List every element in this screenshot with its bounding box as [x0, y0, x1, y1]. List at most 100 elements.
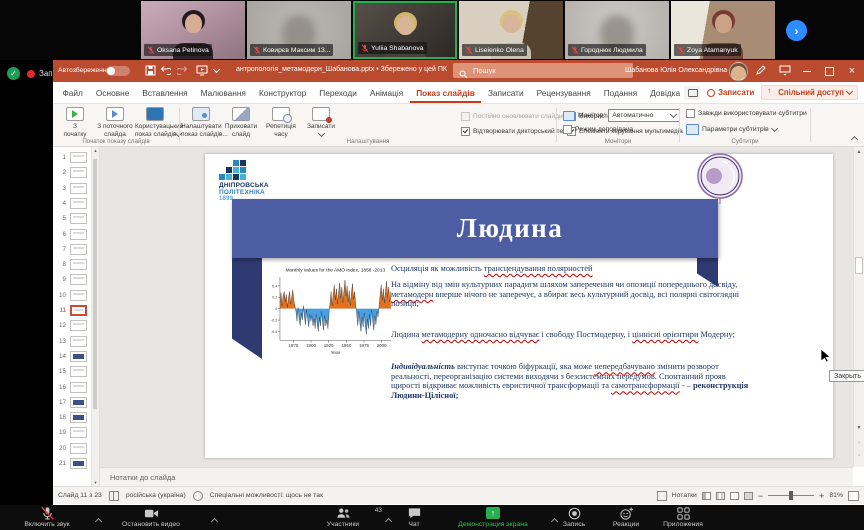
scrollbar-thumb[interactable]	[855, 257, 863, 274]
zoom-record-button[interactable]: Запись	[552, 506, 596, 529]
slide-thumbnail-18[interactable]: 18	[53, 410, 93, 425]
participant-tile-1[interactable]: Oksana Petinova	[141, 1, 245, 59]
user-avatar[interactable]	[729, 62, 748, 81]
notes-toggle-label[interactable]: Нотатки	[672, 492, 697, 499]
search-input[interactable]	[453, 63, 633, 78]
thumbnail-preview[interactable]	[70, 305, 87, 316]
setup-button-1[interactable]: Налаштуватипоказ слайдів...	[181, 106, 221, 139]
next-participants-button[interactable]: ›	[786, 20, 807, 41]
start-button-3[interactable]: Користувацькийпоказ слайдів	[135, 106, 175, 139]
ribbon-tab-8[interactable]: Показ слайдів	[410, 82, 482, 103]
slide-thumbnail-20[interactable]: 20	[53, 441, 93, 456]
start-button-1[interactable]: Зпочатку	[55, 106, 95, 139]
checkbox-icon[interactable]	[461, 127, 470, 136]
slide-thumbnail-4[interactable]: 4	[53, 196, 93, 211]
slide-thumbnail-14[interactable]: 14	[53, 349, 93, 364]
collapse-ribbon-icon[interactable]	[851, 136, 858, 143]
thumbnail-preview[interactable]	[70, 382, 87, 393]
thumbnail-preview[interactable]	[70, 290, 87, 301]
user-name[interactable]: Шабанова Юлія Олександрівна	[625, 67, 727, 74]
chevron-up-icon[interactable]	[212, 511, 217, 529]
normal-view-icon[interactable]	[702, 492, 711, 500]
previous-slide-icon[interactable]: ↑	[854, 440, 864, 446]
monitor-select[interactable]: Автоматично	[608, 109, 680, 122]
zoom-apps-button[interactable]: Приложения	[654, 506, 712, 529]
close-button[interactable]: ×	[842, 60, 862, 82]
participant-tile-3[interactable]: Yuliia Shabanova	[353, 1, 457, 59]
ribbon-tab-11[interactable]: Подання	[597, 82, 644, 103]
next-slide-icon[interactable]: ↓	[854, 452, 864, 458]
language-indicator[interactable]: російська (україна)	[126, 492, 186, 499]
scroll-up-icon[interactable]: ▲	[92, 148, 99, 153]
setup-button-2[interactable]: Приховатислайд	[221, 106, 261, 139]
restore-button[interactable]	[819, 60, 839, 82]
ribbon-tab-9[interactable]: Записати	[481, 82, 530, 103]
reading-view-icon[interactable]	[730, 492, 739, 500]
slide-thumbnail-9[interactable]: 9	[53, 272, 93, 287]
zoom-slider-knob[interactable]	[789, 491, 793, 500]
slide-thumbnail-15[interactable]: 15	[53, 364, 93, 379]
ribbon-options-icon[interactable]	[779, 65, 791, 77]
ribbon-checkbox-3[interactable]: Відтворювати дикторський текст	[461, 124, 567, 139]
minimize-button[interactable]	[797, 60, 817, 82]
ribbon-tab-5[interactable]: Конструктор	[252, 82, 312, 103]
zoom-mute-button[interactable]: Включить звук	[4, 506, 90, 529]
redo-icon[interactable]	[177, 65, 189, 77]
slide-title-banner[interactable]: Людина	[232, 199, 718, 258]
ribbon-tab-7[interactable]: Анімація	[363, 82, 409, 103]
thumbnail-scrollbar[interactable]: ▲ ▼	[91, 147, 99, 486]
thumbnail-preview[interactable]	[70, 443, 87, 454]
undo-icon[interactable]	[160, 65, 172, 77]
thumbnail-preview[interactable]	[70, 336, 87, 347]
slide-thumbnail-8[interactable]: 8	[53, 257, 93, 272]
ribbon-tab-12[interactable]: Довідка	[644, 82, 687, 103]
zoom-out-icon[interactable]: −	[758, 491, 763, 501]
slide-thumbnail-12[interactable]: 12	[53, 318, 93, 333]
thumbnail-preview[interactable]	[70, 198, 87, 209]
chevron-up-icon[interactable]	[386, 511, 391, 529]
slide-thumbnail-2[interactable]: 2	[53, 165, 93, 180]
security-check-icon[interactable]: ✓	[7, 67, 20, 80]
thumbnail-preview[interactable]	[70, 213, 87, 224]
quick-access-more-icon[interactable]	[213, 66, 220, 73]
thumbnail-preview[interactable]	[70, 183, 87, 194]
thumbnail-preview[interactable]	[70, 458, 87, 469]
accessibility-status[interactable]: Спеціальні можливості: щось не так	[210, 492, 323, 499]
slide-thumbnail-16[interactable]: 16	[53, 380, 93, 395]
always-captions-checkbox[interactable]	[686, 109, 695, 118]
thumbnail-preview[interactable]	[70, 259, 87, 270]
scroll-down-icon[interactable]: ▼	[92, 480, 99, 485]
scrollbar-thumb[interactable]	[93, 159, 97, 409]
slide-thumbnail-19[interactable]: 19	[53, 425, 93, 440]
slide-thumbnail-6[interactable]: 6	[53, 227, 93, 242]
thumbnail-preview[interactable]	[70, 351, 87, 362]
slide-thumbnail-11[interactable]: 11	[53, 303, 93, 318]
thumbnail-preview[interactable]	[70, 412, 87, 423]
save-icon[interactable]	[145, 65, 157, 77]
participant-tile-2[interactable]: Ковирєв Максим 13...	[247, 1, 351, 59]
slide-thumbnail-1[interactable]: 1	[53, 150, 93, 165]
ribbon-tab-10[interactable]: Рецензування	[530, 82, 597, 103]
thumbnail-preview[interactable]	[70, 274, 87, 285]
thumbnail-preview[interactable]	[70, 229, 87, 240]
caption-options-button[interactable]: Параметри субтитрів	[702, 126, 769, 133]
proofing-icon[interactable]	[109, 491, 119, 501]
thumbnail-preview[interactable]	[70, 152, 87, 163]
slide-sorter-view-icon[interactable]	[716, 492, 725, 500]
ribbon-checkbox-1[interactable]: Постійно оновлювати слайди	[461, 109, 567, 124]
notes-toggle-icon[interactable]	[657, 491, 667, 501]
thumbnail-preview[interactable]	[70, 366, 87, 377]
participant-tile-4[interactable]: Liseienko Olena	[459, 1, 563, 59]
notes-pane[interactable]: Нотатки до слайда	[100, 467, 853, 486]
ribbon-tab-4[interactable]: Малювання	[194, 82, 252, 103]
zoom-chat-button[interactable]: Чат	[394, 506, 434, 529]
slide-thumbnail-10[interactable]: 10	[53, 288, 93, 303]
zoom-share-button[interactable]: ↑Демонстрация экрана	[440, 506, 546, 529]
ribbon-tab-1[interactable]: Файл	[56, 82, 89, 103]
scroll-up-icon[interactable]: ▲	[854, 149, 864, 155]
scroll-down-icon[interactable]: ▼	[854, 425, 864, 431]
participant-tile-5[interactable]: Городнюк Людмила	[565, 1, 669, 59]
comments-icon[interactable]	[684, 86, 700, 100]
zoom-reactions-button[interactable]: Реакции	[602, 506, 650, 529]
thumbnail-preview[interactable]	[70, 320, 87, 331]
